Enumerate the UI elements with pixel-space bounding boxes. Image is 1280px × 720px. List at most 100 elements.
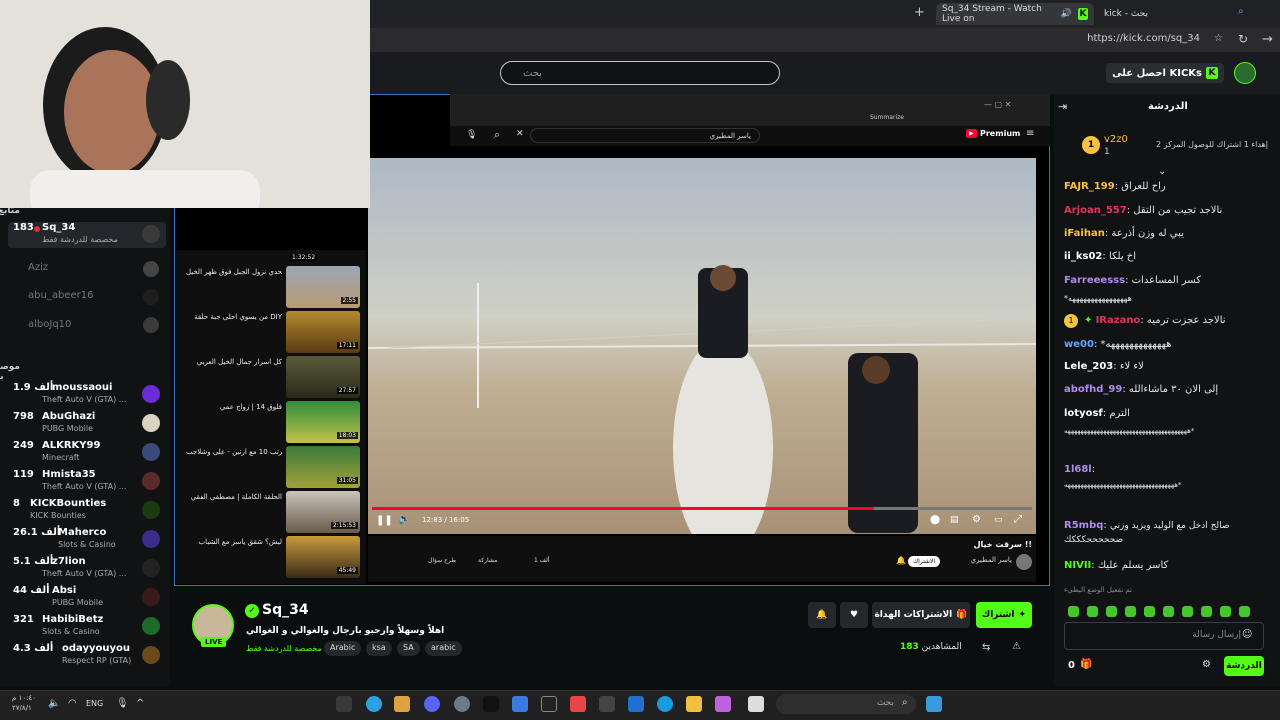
reload-icon[interactable]: ↻ xyxy=(1238,32,1248,46)
yt-video-frame[interactable] xyxy=(368,158,1036,534)
sidebar-item-kickbounties[interactable]: 8 KICKBounties KICK Bounties xyxy=(8,498,166,524)
search-icon[interactable]: ⌕ xyxy=(494,128,500,142)
url-field[interactable]: https://kick.com/sq_34 xyxy=(1087,33,1200,44)
ctrl-icon[interactable] xyxy=(541,696,557,712)
share-button[interactable]: مشاركة xyxy=(478,557,497,564)
tab-kick-search[interactable]: kick - بحث xyxy=(1098,3,1228,25)
language-indicator[interactable]: ENG xyxy=(86,699,103,708)
sidebar-item-habibibetz[interactable]: 321 HabibiBetz Slots & Casino xyxy=(8,614,166,640)
outlook-icon[interactable] xyxy=(628,696,644,712)
autoplay-toggle[interactable]: ⬤ xyxy=(930,515,940,525)
emote-icon[interactable] xyxy=(1087,606,1098,617)
notifications-button[interactable]: 🔔 xyxy=(808,602,836,628)
terminal-icon[interactable] xyxy=(336,696,352,712)
app-icon[interactable] xyxy=(748,696,764,712)
sidebar-item-absi[interactable]: 44 ألف Absi PUBG Mobile xyxy=(8,585,166,611)
related-video[interactable]: ليش؟ شقق ياسر مع الشباب 45:49 xyxy=(180,536,364,580)
chat-username[interactable]: Farreeesss xyxy=(1064,275,1125,286)
stream-category[interactable]: مخصصة للدردشة فقط xyxy=(246,644,322,653)
emote-icon[interactable] xyxy=(1182,606,1193,617)
related-video[interactable]: الحلقة الكاملة | مصطفى الفقي 2:15:53 xyxy=(180,491,364,535)
emote-icon[interactable] xyxy=(1220,606,1231,617)
taskbar-search[interactable]: بحث xyxy=(776,694,916,714)
chat-username[interactable]: lotyosf xyxy=(1064,408,1103,419)
sidebar-item-moussaoui[interactable]: 1.9 ألف moussaoui Theft Auto V (GTA) ... xyxy=(8,382,166,408)
hamburger-icon[interactable]: ≡ xyxy=(1026,128,1034,139)
chat-username[interactable]: Lele_203 xyxy=(1064,361,1113,372)
emote-icon[interactable] xyxy=(1201,606,1212,617)
sidebar-item-hmista35[interactable]: 119 Hmista35 Theft Auto V (GTA) ... xyxy=(8,469,166,495)
emote-icon[interactable] xyxy=(1068,606,1079,617)
chat-username[interactable]: we00 xyxy=(1064,339,1094,350)
new-tab-icon[interactable]: + xyxy=(914,5,925,20)
gift-icon[interactable]: 🎁 xyxy=(1080,659,1092,670)
report-icon[interactable]: ⚠ xyxy=(1012,641,1021,652)
settings-icon[interactable]: ⚙ xyxy=(972,514,981,525)
edge-icon[interactable] xyxy=(657,696,673,712)
yt-subscribe-button[interactable]: الاشتراك xyxy=(908,556,940,567)
like-count[interactable]: 1 ألف xyxy=(534,557,549,564)
emote-icon[interactable] xyxy=(1144,606,1155,617)
sidebar-item-abughazi[interactable]: 798 AbuGhazi PUBG Mobile xyxy=(8,411,166,437)
sidebar-item-odayyouyou[interactable]: 4.3 ألف odayyouyou Respect RP (GTA) xyxy=(8,643,166,669)
subtitles-icon[interactable]: ▤ xyxy=(950,515,959,525)
emote-bar[interactable] xyxy=(1068,602,1268,617)
gift-subs-button[interactable]: الاشتراكات الهداة 🎁 xyxy=(872,602,970,628)
emote-icon[interactable] xyxy=(1125,606,1136,617)
related-video[interactable]: تحدي نزول الجبل فوق ظهر الخيل 2:55 xyxy=(180,266,364,310)
file-explorer-icon[interactable] xyxy=(686,696,702,712)
chat-username[interactable]: abofhd_99 xyxy=(1064,384,1122,395)
theater-icon[interactable]: ▭ xyxy=(994,515,1003,525)
ask-button[interactable]: طرح سؤال xyxy=(428,557,456,564)
mic-icon[interactable]: 🎙 xyxy=(116,698,129,709)
subscribe-button[interactable]: اشتراك ✦ xyxy=(976,602,1032,628)
sidebar-item-z7lion[interactable]: 5.1 ألف z7lion Theft Auto V (GTA) ... xyxy=(8,556,166,582)
bookmark-icon[interactable]: ☆ xyxy=(1214,33,1223,44)
yt-search-input[interactable]: ياسر المطيري xyxy=(530,128,760,143)
back-icon[interactable]: → xyxy=(1262,32,1273,47)
taskbar-clock[interactable]: ١٠:٤٠ م ٢٧/٨/١ xyxy=(12,693,36,713)
video-channel[interactable]: ياسر المطيري xyxy=(971,556,1012,564)
chat-input[interactable]: إرسال رسالة xyxy=(1064,622,1264,650)
emoji-picker-icon[interactable]: ☺ xyxy=(1242,629,1252,640)
tag-arabic[interactable]: Arabic xyxy=(324,641,362,656)
sidebar-item-abu-abeer16[interactable]: abu_abeer16 xyxy=(28,290,93,301)
sidebar-item-sq34[interactable]: 183 Sq_34 مخصصة للدردشة فقط xyxy=(8,222,166,248)
tray-chevron-icon[interactable]: ^ xyxy=(136,698,144,709)
vscode-icon[interactable] xyxy=(512,696,528,712)
emote-icon[interactable] xyxy=(1106,606,1117,617)
settings-icon[interactable] xyxy=(454,696,470,712)
chat-username[interactable]: IRazano xyxy=(1096,315,1141,326)
sidebar-item-alkrky99[interactable]: 249 ALKRKY99 Minecraft xyxy=(8,440,166,466)
tiktok-icon[interactable] xyxy=(483,696,499,712)
bell-icon[interactable]: 🔔 xyxy=(896,556,906,565)
sidebar-item-maherco[interactable]: 26.1 ألف Maherco Slots & Casino xyxy=(8,527,166,553)
sidebar-item-aziz[interactable]: Aziz xyxy=(28,262,48,273)
gifter-name[interactable]: v2z0 xyxy=(1104,134,1128,145)
chat-username[interactable]: ii_ks02 xyxy=(1064,251,1102,262)
telegram-icon[interactable] xyxy=(366,696,382,712)
share-icon[interactable]: ⇆ xyxy=(982,642,990,653)
chat-username[interactable]: iFaihan xyxy=(1064,228,1105,239)
chat-username[interactable]: Arjoan_557 xyxy=(1064,205,1127,216)
chat-send-button[interactable]: الدردشة xyxy=(1224,656,1264,676)
clear-icon[interactable]: ✕ xyxy=(516,129,524,139)
volume-icon[interactable]: 🔈 xyxy=(48,698,60,709)
app-icon[interactable] xyxy=(394,696,410,712)
related-video[interactable]: من يسوي احلى جبة حلقة DIY 17:11 xyxy=(180,311,364,355)
emote-icon[interactable] xyxy=(1163,606,1174,617)
channel-name[interactable]: Sq_34 xyxy=(262,602,309,618)
chat-username[interactable]: 1l68l xyxy=(1064,464,1092,475)
tag-arabic-lower[interactable]: arabic xyxy=(425,641,462,656)
tag-sa[interactable]: SA xyxy=(397,641,420,656)
windows-start-icon[interactable] xyxy=(926,696,942,712)
pinned-chevron-icon[interactable]: ⌄ xyxy=(1158,166,1166,177)
wifi-icon[interactable]: ◠ xyxy=(68,698,77,709)
mic-icon[interactable]: 🎙 xyxy=(466,130,477,140)
summarize-label[interactable]: Summarize xyxy=(870,114,904,121)
tab-sq34[interactable]: Sq_34 Stream - Watch Live on 🔊 K xyxy=(936,3,1094,25)
chat-settings-icon[interactable]: ⚙ xyxy=(1202,659,1211,670)
chat-username[interactable]: R5mbq xyxy=(1064,520,1103,531)
chat-username[interactable]: NIVII xyxy=(1064,560,1091,571)
related-video[interactable]: كل اسرار جمال الخيل العربي 27:57 xyxy=(180,356,364,400)
